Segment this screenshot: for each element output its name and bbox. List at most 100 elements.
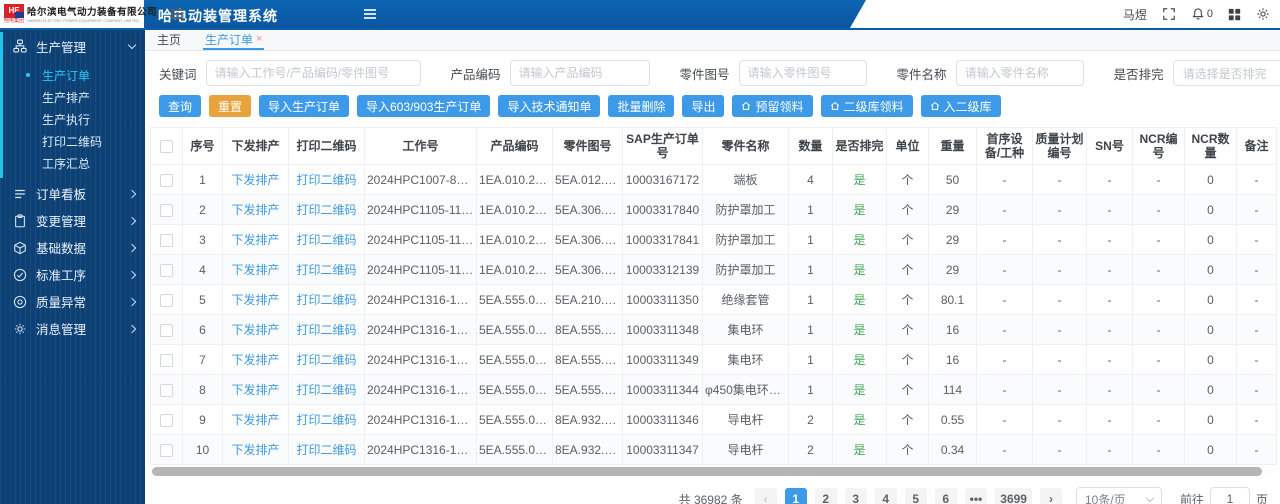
input-field[interactable]: [509, 60, 650, 86]
apps-grid-icon[interactable]: [1228, 8, 1241, 21]
cell-scheduled: 是: [832, 164, 887, 195]
sidebar-item[interactable]: 生产订单: [0, 64, 145, 86]
row-checkbox[interactable]: [160, 443, 173, 457]
input-field[interactable]: [738, 60, 867, 86]
input-field[interactable]: [205, 60, 421, 86]
toolbar-button[interactable]: 预留领料: [732, 95, 813, 117]
print-qrcode-link[interactable]: 打印二维码: [296, 233, 356, 247]
page-button-2[interactable]: 2: [814, 488, 837, 504]
print-qrcode-link[interactable]: 打印二维码: [296, 413, 356, 427]
scrollbar-thumb[interactable]: [152, 467, 1262, 476]
page-button-1[interactable]: 1: [784, 488, 807, 504]
toolbar-button[interactable]: 导出: [682, 95, 725, 117]
sidebar-item[interactable]: 生产执行: [0, 108, 145, 130]
toolbar-button[interactable]: 导入技术通知单: [498, 95, 601, 117]
dispatch-link[interactable]: 下发排产: [231, 323, 279, 337]
sidebar-group-head[interactable]: 基础数据: [0, 234, 145, 261]
row-checkbox[interactable]: [160, 203, 173, 217]
sidebar-group-head[interactable]: 标准工序: [0, 261, 145, 288]
cell-work_no: 2024HPC1316-1833-2: [364, 374, 477, 405]
print-qrcode-link[interactable]: 打印二维码: [296, 353, 356, 367]
print-qrcode-link[interactable]: 打印二维码: [296, 293, 356, 307]
cell-sap_order_no: 10003312139: [622, 254, 703, 285]
cell-work_no: 2024HPC1316-1833-2: [364, 314, 477, 345]
close-icon[interactable]: ×: [256, 34, 262, 46]
page-button-3699[interactable]: 3699: [995, 488, 1032, 504]
print-qrcode-link[interactable]: 打印二维码: [296, 263, 356, 277]
goto-page-input[interactable]: [1209, 487, 1250, 504]
cell-ncr_qty: 0: [1184, 314, 1237, 345]
tab-item[interactable]: 生产订单 ×: [203, 31, 265, 50]
tab-label: 主页: [157, 33, 182, 47]
row-checkbox[interactable]: [160, 353, 173, 367]
cube-icon: [13, 240, 28, 255]
cell-remark: -: [1236, 314, 1277, 345]
print-qrcode-link[interactable]: 打印二维码: [296, 203, 356, 217]
next-page-button[interactable]: ›: [1039, 488, 1062, 504]
sidebar-item[interactable]: 工序汇总: [0, 152, 145, 174]
page-size-select[interactable]: 10条/页: [1075, 487, 1162, 504]
row-checkbox[interactable]: [160, 293, 173, 307]
input-field[interactable]: [955, 60, 1084, 86]
print-qrcode-link[interactable]: 打印二维码: [296, 443, 356, 457]
select-all-checkbox[interactable]: [160, 140, 173, 154]
print-qrcode-link[interactable]: 打印二维码: [296, 323, 356, 337]
toolbar-button[interactable]: 导入生产订单: [259, 95, 350, 117]
hamburger-icon[interactable]: [170, 9, 183, 19]
fullscreen-icon[interactable]: [1162, 7, 1176, 21]
dispatch-link[interactable]: 下发排产: [231, 203, 279, 217]
sidebar-item[interactable]: 生产排产: [0, 86, 145, 108]
row-checkbox[interactable]: [160, 383, 173, 397]
row-checkbox[interactable]: [160, 263, 173, 277]
print-qrcode-link[interactable]: 打印二维码: [296, 173, 356, 187]
page-button-5[interactable]: 5: [904, 488, 927, 504]
sidebar-group-head[interactable]: 生产管理: [0, 30, 145, 62]
sidebar-group-head[interactable]: 质量异常: [0, 288, 145, 315]
dispatch-link[interactable]: 下发排产: [231, 443, 279, 457]
settings-gear-icon[interactable]: [1256, 7, 1270, 21]
toolbar-button[interactable]: 重置: [209, 95, 252, 117]
chevron-right-icon: [127, 270, 137, 279]
sidebar-group-head[interactable]: 消息管理: [0, 315, 145, 342]
row-checkbox[interactable]: [160, 413, 173, 427]
toolbar-button[interactable]: 查询: [159, 95, 202, 117]
dispatch-link[interactable]: 下发排产: [231, 173, 279, 187]
row-checkbox[interactable]: [160, 233, 173, 247]
sidebar-item[interactable]: 打印二维码: [0, 130, 145, 152]
cell-quality_plan_no: -: [1032, 224, 1087, 255]
toolbar-button[interactable]: 批量删除: [608, 95, 675, 117]
dispatch-link[interactable]: 下发排产: [231, 293, 279, 307]
dispatch-link[interactable]: 下发排产: [231, 383, 279, 397]
toolbar-button[interactable]: 入二级库: [920, 95, 1001, 117]
username[interactable]: 马煜: [1123, 6, 1147, 23]
sidebar-group-head[interactable]: 变更管理: [0, 207, 145, 234]
tab-item[interactable]: 主页: [155, 31, 183, 50]
toolbar-button[interactable]: 二级库领料: [820, 95, 913, 117]
button-label: 重置: [218, 99, 243, 114]
dispatch-link[interactable]: 下发排产: [231, 263, 279, 277]
button-label: 入二级库: [943, 99, 992, 114]
sidebar-group: 生产管理 生产订单 生产排产 生产执行 打印二维码 工序汇总: [0, 30, 145, 180]
row-checkbox-cell: [150, 434, 183, 465]
page-button-4[interactable]: 4: [874, 488, 897, 504]
chevron-down-icon: [1145, 493, 1155, 502]
page-ellipsis[interactable]: •••: [964, 488, 988, 504]
cell-weight: 29: [928, 224, 977, 255]
row-checkbox[interactable]: [160, 323, 173, 337]
row-checkbox[interactable]: [160, 173, 173, 187]
horizontal-scrollbar[interactable]: [150, 467, 1274, 476]
print-qrcode-link[interactable]: 打印二维码: [296, 383, 356, 397]
cell-unit: 个: [886, 254, 929, 285]
prev-page-button[interactable]: ‹: [754, 488, 777, 504]
toolbar-button[interactable]: 导入603/903生产订单: [357, 95, 491, 117]
dispatch-link[interactable]: 下发排产: [231, 233, 279, 247]
page-button-3[interactable]: 3: [844, 488, 867, 504]
dispatch-link[interactable]: 下发排产: [231, 353, 279, 367]
select-field[interactable]: 请选择是否排完: [1172, 60, 1280, 86]
notifications[interactable]: 0: [1191, 7, 1213, 21]
page-button-6[interactable]: 6: [934, 488, 957, 504]
dispatch-link[interactable]: 下发排产: [231, 413, 279, 427]
sidebar-group-head[interactable]: 订单看板: [0, 180, 145, 207]
collapse-menu-icon[interactable]: [364, 9, 376, 19]
cell-sap_order_no: 10003311347: [622, 434, 703, 465]
